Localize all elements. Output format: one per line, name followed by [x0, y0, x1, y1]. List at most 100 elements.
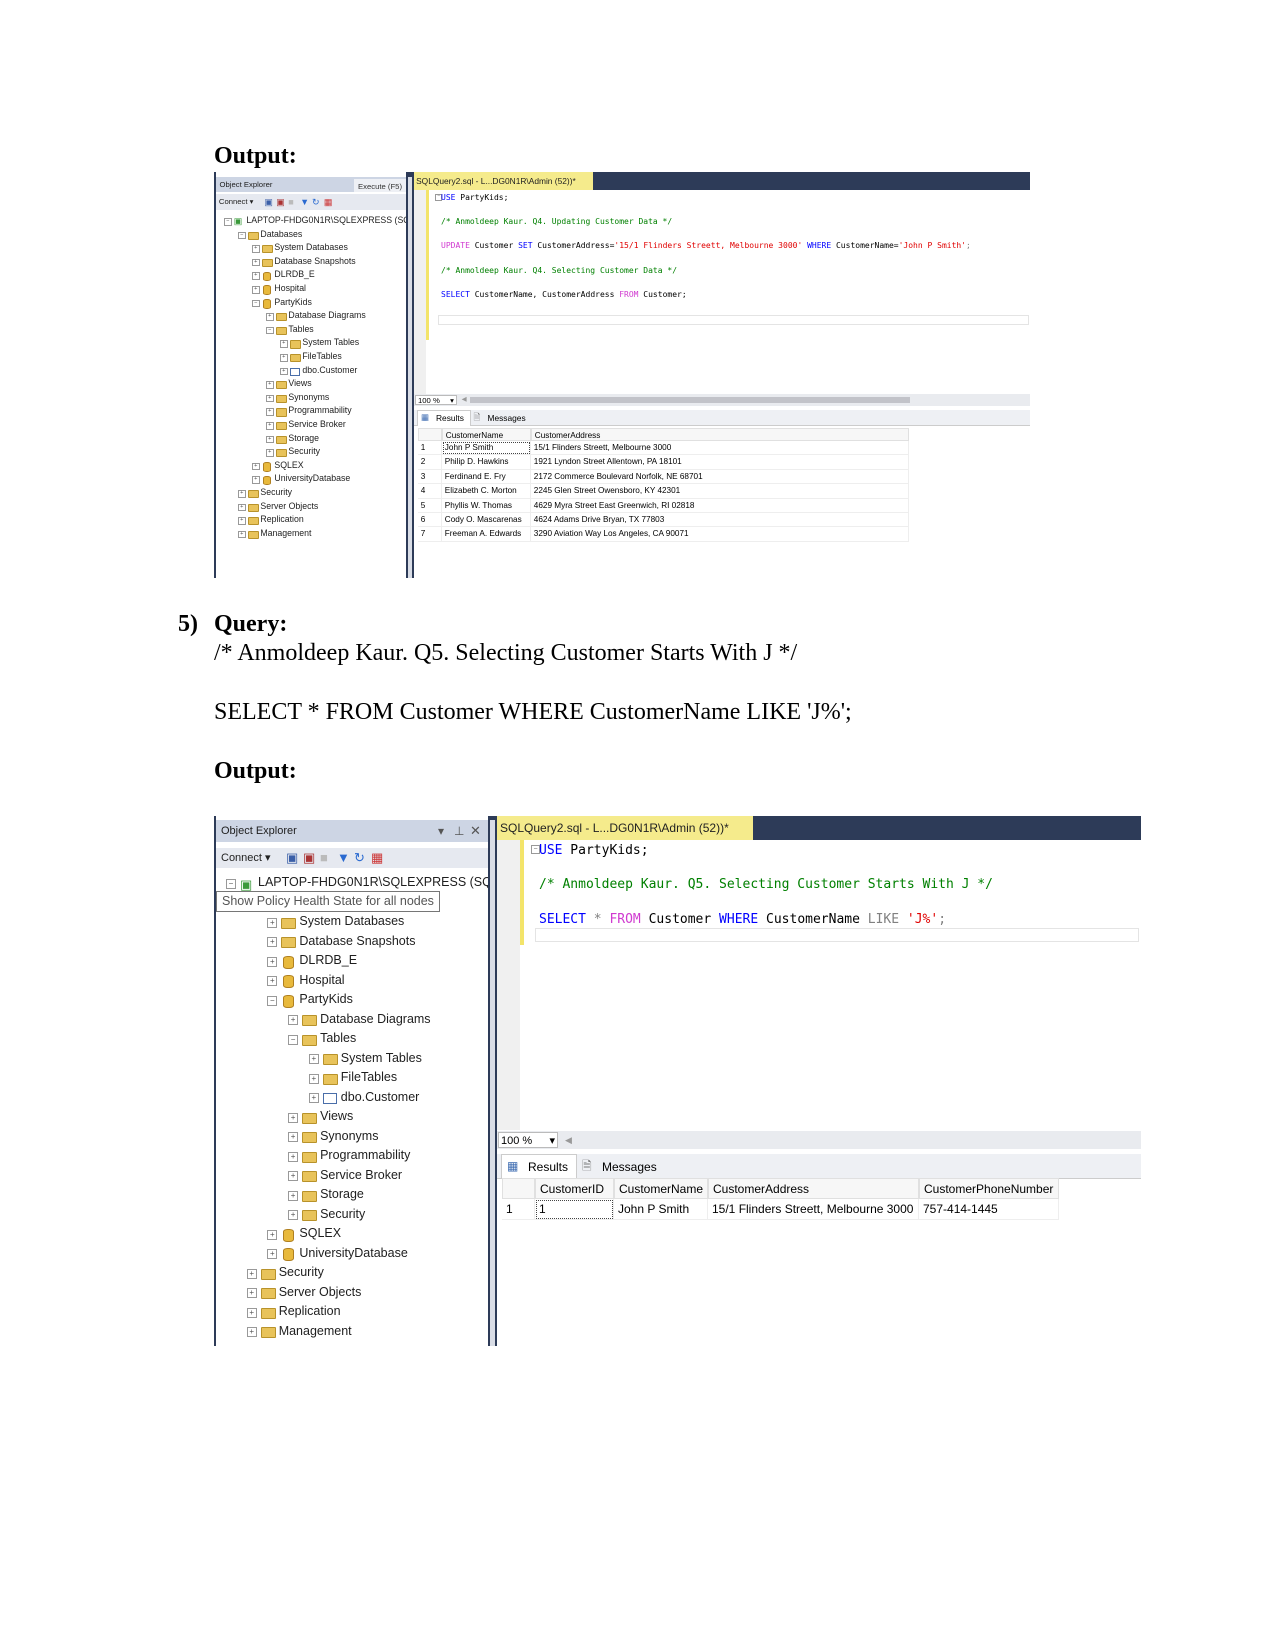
disconnect-icon[interactable]: ▣: [303, 848, 315, 868]
expand-icon[interactable]: +: [308, 1073, 319, 1084]
table-cell[interactable]: John P Smith: [442, 441, 531, 456]
collapse-icon[interactable]: −: [224, 218, 232, 226]
expand-icon[interactable]: +: [308, 1093, 319, 1104]
tree-item[interactable]: + dbo.Customer: [214, 364, 406, 378]
tree-item[interactable]: + Security: [214, 445, 406, 459]
expand-icon[interactable]: +: [308, 1054, 319, 1065]
connect-button[interactable]: Connect ▾: [221, 848, 271, 868]
table-cell[interactable]: 3290 Aviation Way Los Angeles, CA 90071: [531, 527, 909, 542]
expand-icon[interactable]: +: [266, 435, 274, 444]
connect-icon[interactable]: ▣: [286, 848, 298, 868]
tree-item[interactable]: + Database Diagrams: [214, 309, 406, 323]
collapse-icon[interactable]: −: [288, 1034, 299, 1045]
tree-item[interactable]: + Service Broker: [214, 418, 406, 432]
expand-icon[interactable]: +: [266, 408, 274, 416]
expand-icon[interactable]: +: [288, 1015, 299, 1026]
tree-item[interactable]: + Replication: [214, 1302, 488, 1322]
table-cell[interactable]: 15/1 Flinders Streett, Melbourne 3000: [708, 1199, 919, 1220]
expand-icon[interactable]: +: [267, 1249, 278, 1260]
tree-item[interactable]: + Security: [214, 1263, 488, 1283]
table-cell[interactable]: 2172 Commerce Boulevard Norfolk, NE 6870…: [531, 469, 909, 485]
execute-button[interactable]: Execute (F5): [354, 179, 406, 192]
expand-icon[interactable]: +: [246, 1268, 257, 1279]
tree-item[interactable]: + Server Objects: [214, 1283, 488, 1303]
collapse-icon[interactable]: −: [267, 995, 278, 1006]
table-row[interactable]: 4 Elizabeth C. Morton 2245 Glen Street Owe…: [418, 484, 909, 499]
tree-item[interactable]: + Server Objects: [214, 500, 406, 514]
tree-item[interactable]: + Views: [214, 377, 406, 391]
tree-item[interactable]: + Management: [214, 527, 406, 541]
table-row[interactable]: 7 Freeman A. Edwards 3290 Aviation Way Los…: [418, 527, 909, 542]
expand-icon[interactable]: +: [246, 1307, 257, 1318]
tree-item[interactable]: + FileTables: [214, 350, 406, 364]
expand-icon[interactable]: +: [252, 286, 260, 294]
table-row[interactable]: 1 John P Smith 15/1 Flinders Streett, Melb…: [418, 441, 909, 456]
tree-item[interactable]: + Storage: [214, 1185, 488, 1205]
column-header[interactable]: CustomerName: [442, 428, 531, 441]
tree-item[interactable]: + Synonyms: [214, 1127, 488, 1147]
tree-item[interactable]: − Tables: [214, 1029, 488, 1049]
expand-icon[interactable]: +: [288, 1190, 299, 1201]
tree-item[interactable]: + DLRDB_E: [214, 268, 406, 282]
tree-item[interactable]: + System Databases: [214, 912, 488, 932]
tree-item[interactable]: + Security: [214, 486, 406, 500]
tree-item[interactable]: + Programmability: [214, 404, 406, 418]
expand-icon[interactable]: +: [280, 367, 288, 376]
expand-icon[interactable]: +: [288, 1112, 299, 1123]
disconnect-icon[interactable]: ▣: [276, 194, 285, 210]
expand-icon[interactable]: +: [238, 517, 246, 525]
table-row[interactable]: 6 Cody O. Mascarenas 4624 Adams Drive Brya…: [418, 513, 909, 528]
expand-icon[interactable]: +: [267, 956, 278, 967]
tree-item[interactable]: + FileTables: [214, 1068, 488, 1088]
expand-icon[interactable]: +: [267, 1229, 278, 1240]
table-cell[interactable]: 4629 Myra Street East Greenwich, RI 0281…: [531, 498, 909, 513]
column-header[interactable]: CustomerPhoneNumber: [919, 1178, 1059, 1199]
expand-icon[interactable]: +: [266, 449, 274, 457]
table-cell[interactable]: 1921 Lyndon Street Allentown, PA 18101: [531, 455, 909, 470]
tree-item[interactable]: − Databases: [214, 228, 406, 242]
table-row[interactable]: 3 Ferdinand E. Fry 2172 Commerce Boulevard…: [418, 469, 909, 485]
expand-icon[interactable]: +: [252, 258, 260, 267]
collapse-icon[interactable]: −: [266, 326, 274, 335]
expand-icon[interactable]: +: [238, 490, 246, 498]
collapse-icon[interactable]: −: [252, 299, 260, 308]
zoom-dropdown[interactable]: 100 % ▾: [415, 395, 457, 405]
expand-icon[interactable]: +: [252, 245, 260, 253]
table-cell[interactable]: Elizabeth C. Morton: [442, 484, 531, 499]
policy-icon[interactable]: ▦: [371, 848, 383, 868]
tree-item[interactable]: + Database Snapshots: [214, 255, 406, 269]
tree-item[interactable]: − PartyKids: [214, 296, 406, 310]
expand-icon[interactable]: +: [266, 394, 274, 403]
tree-item[interactable]: + Views: [214, 1107, 488, 1127]
expand-icon[interactable]: +: [246, 1288, 257, 1299]
tree-item[interactable]: + Hospital: [214, 282, 406, 296]
expand-icon[interactable]: +: [266, 381, 274, 389]
table-cell[interactable]: 15/1 Flinders Streett, Melbourne 3000: [531, 441, 909, 456]
collapse-icon[interactable]: −: [238, 231, 246, 240]
tree-item[interactable]: + System Tables: [214, 336, 406, 350]
stop-icon[interactable]: ■: [320, 848, 328, 868]
tree-item[interactable]: + Management: [214, 1322, 488, 1342]
expand-icon[interactable]: +: [267, 976, 278, 987]
query-tab[interactable]: SQLQuery2.sql - L...DG0N1R\Admin (52))*: [497, 816, 753, 840]
expand-icon[interactable]: +: [267, 917, 278, 928]
expand-icon[interactable]: +: [246, 1327, 257, 1338]
expand-icon[interactable]: +: [280, 354, 288, 362]
tree-item[interactable]: + Security: [214, 1205, 488, 1225]
refresh-icon[interactable]: ↻: [354, 848, 365, 868]
connect-icon[interactable]: ▣: [264, 194, 273, 210]
horizontal-scrollbar[interactable]: [470, 397, 910, 403]
expand-icon[interactable]: +: [288, 1210, 299, 1221]
pin-icon[interactable]: ⊥: [454, 820, 464, 842]
tree-item[interactable]: − PartyKids: [214, 990, 488, 1010]
tree-item[interactable]: − ▣ LAPTOP-FHDG0N1R\SQLEXPRESS (SQL: [214, 214, 415, 228]
tree-item[interactable]: + Database Diagrams: [214, 1010, 488, 1030]
column-header[interactable]: [418, 428, 442, 441]
dropdown-icon[interactable]: ▾: [438, 820, 444, 842]
tree-item[interactable]: + System Tables: [214, 1049, 488, 1069]
tree-item[interactable]: + Synonyms: [214, 391, 406, 405]
expand-icon[interactable]: +: [267, 937, 278, 948]
table-cell[interactable]: John P Smith: [614, 1199, 708, 1220]
tree-item[interactable]: + DLRDB_E: [214, 951, 488, 971]
table-cell[interactable]: 1: [535, 1199, 614, 1220]
